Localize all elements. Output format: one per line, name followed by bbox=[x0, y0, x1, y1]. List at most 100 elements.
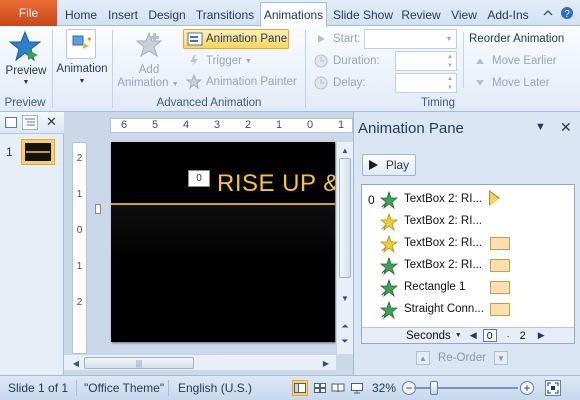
tab-animations[interactable]: Animations bbox=[260, 2, 327, 27]
horizontal-ruler: 6 5 4 3 2 1 0 1 bbox=[110, 118, 353, 133]
svg-text:✦: ✦ bbox=[86, 35, 93, 44]
start-dropdown-icon[interactable]: ▼ bbox=[442, 30, 456, 48]
animation-gallery-icon[interactable]: ✦ bbox=[66, 29, 96, 59]
next-slide-icon[interactable]: ⏷ bbox=[339, 335, 351, 347]
slide-title[interactable]: RISE UP & bbox=[217, 170, 335, 198]
scroll-right-icon[interactable]: ▶ bbox=[320, 357, 332, 369]
reorder-row: ▲ Re-Order ▼ bbox=[416, 350, 508, 366]
animation-order-number: 0 bbox=[368, 193, 375, 207]
trigger-button[interactable]: Trigger ▼ bbox=[186, 51, 252, 71]
animation-dropdown-icon[interactable]: ▼ bbox=[76, 78, 88, 85]
previous-slide-icon[interactable]: ⏶ bbox=[339, 320, 351, 332]
seconds-dropdown[interactable]: Seconds ▼ bbox=[406, 330, 462, 342]
ribbon-tab-strip: File Home Insert Design Transitions Anim… bbox=[0, 0, 580, 27]
animation-list-item[interactable]: Rectangle 1 bbox=[362, 277, 574, 299]
ruler-label: 1 bbox=[76, 261, 83, 272]
minimize-ribbon-icon[interactable] bbox=[541, 6, 555, 20]
timing-bar[interactable] bbox=[490, 237, 510, 250]
theme-name[interactable]: "Office Theme" bbox=[84, 381, 164, 395]
timeline-right-icon[interactable]: ▶ bbox=[538, 330, 545, 341]
zoom-in-icon[interactable]: + bbox=[520, 381, 534, 395]
ruler-label: 4 bbox=[182, 119, 190, 131]
zoom-level[interactable]: 32% bbox=[372, 381, 396, 395]
timeline-end: 2 bbox=[519, 329, 526, 342]
animation-pane-button[interactable]: Animation Pane bbox=[183, 29, 289, 49]
move-later-button[interactable]: Move Later bbox=[472, 73, 550, 93]
vertical-scrollbar[interactable]: ▲ ▼ ⏶ ⏷ bbox=[336, 142, 353, 354]
move-earlier-button[interactable]: Move Earlier bbox=[472, 51, 557, 71]
reading-view-icon[interactable] bbox=[330, 380, 346, 396]
animation-button[interactable]: Animation bbox=[54, 63, 110, 75]
scroll-down-icon[interactable]: ▼ bbox=[339, 292, 351, 304]
language-indicator[interactable]: English (U.S.) bbox=[178, 381, 252, 395]
help-icon[interactable]: ? bbox=[560, 6, 574, 20]
preview-dropdown-icon[interactable]: ▼ bbox=[20, 79, 32, 86]
animation-painter-button[interactable]: Animation Painter bbox=[186, 72, 297, 92]
ribbon-separator bbox=[112, 30, 113, 108]
slide-thumbnail[interactable] bbox=[21, 139, 55, 165]
scroll-left-icon[interactable]: ◀ bbox=[70, 357, 82, 369]
timing-bar[interactable] bbox=[490, 259, 510, 272]
tab-add-ins[interactable]: Add-Ins bbox=[484, 4, 532, 26]
start-combobox[interactable]: ▼ bbox=[364, 29, 457, 49]
duration-spinner[interactable]: ▲ ▼ bbox=[395, 51, 457, 71]
animation-list[interactable]: 0 TextBox 2: RI... TextBox 2: RI... TextBox… bbox=[361, 184, 575, 344]
indent-marker[interactable] bbox=[95, 204, 101, 214]
reorder-up-icon[interactable]: ▲ bbox=[416, 351, 430, 365]
timing-trigger-icon[interactable] bbox=[490, 192, 499, 206]
file-tab[interactable]: File bbox=[0, 0, 57, 26]
scroll-up-icon[interactable]: ▲ bbox=[339, 144, 351, 156]
slide-gold-rule[interactable] bbox=[111, 203, 335, 205]
delay-up-icon[interactable]: ▲ bbox=[444, 74, 456, 83]
animation-list-item[interactable]: TextBox 2: RI... bbox=[362, 211, 574, 233]
slide-sorter-icon[interactable] bbox=[312, 380, 328, 396]
pane-options-icon[interactable]: ▼ bbox=[535, 121, 546, 133]
slides-panel: ✕ 1 bbox=[0, 112, 64, 375]
timing-bar[interactable] bbox=[490, 281, 510, 294]
tab-insert[interactable]: Insert bbox=[103, 4, 143, 26]
animation-list-item[interactable]: TextBox 2: RI... bbox=[362, 233, 574, 255]
normal-view-icon[interactable] bbox=[292, 380, 308, 396]
outline-tab-icon[interactable] bbox=[22, 115, 38, 130]
timeline-left-icon[interactable]: ◀ bbox=[470, 330, 477, 341]
duration-up-icon[interactable]: ▲ bbox=[444, 52, 456, 61]
start-icon bbox=[313, 31, 329, 47]
close-slides-panel-icon[interactable]: ✕ bbox=[46, 114, 57, 130]
tab-transitions[interactable]: Transitions bbox=[192, 4, 258, 26]
duration-down-icon[interactable]: ▼ bbox=[444, 61, 456, 70]
horizontal-scroll-thumb[interactable]: ||| bbox=[84, 357, 194, 369]
delay-down-icon[interactable]: ▼ bbox=[444, 83, 456, 92]
reorder-down-icon[interactable]: ▼ bbox=[493, 351, 508, 365]
tab-home[interactable]: Home bbox=[60, 4, 102, 26]
slide-show-icon[interactable] bbox=[349, 380, 365, 396]
tab-slide-show[interactable]: Slide Show bbox=[331, 4, 395, 26]
move-earlier-label: Move Earlier bbox=[492, 55, 557, 67]
horizontal-scrollbar[interactable]: ◀ ||| ▶ bbox=[64, 354, 336, 370]
preview-button[interactable]: Preview bbox=[4, 65, 48, 77]
fit-to-window-icon[interactable] bbox=[545, 380, 561, 396]
animation-order-tag[interactable]: 0 bbox=[188, 170, 210, 187]
animation-list-item[interactable]: Straight Conn... bbox=[362, 299, 574, 321]
delay-spinner[interactable]: ▲ ▼ bbox=[395, 73, 457, 93]
add-animation-button[interactable]: Animation ▼ bbox=[116, 77, 180, 89]
ruler-label: 0 bbox=[306, 119, 314, 131]
play-button[interactable]: Play bbox=[362, 154, 416, 176]
animation-list-item[interactable]: TextBox 2: RI... bbox=[362, 255, 574, 277]
slides-tab-icon[interactable] bbox=[5, 117, 17, 128]
tab-view[interactable]: View bbox=[448, 4, 480, 26]
animation-list-item[interactable]: 0 TextBox 2: RI... bbox=[362, 189, 574, 211]
vertical-scroll-thumb[interactable] bbox=[339, 158, 351, 278]
tab-design[interactable]: Design bbox=[145, 4, 189, 26]
ruler-label: 1 bbox=[275, 119, 283, 131]
ruler-label: 1 bbox=[76, 189, 83, 200]
tab-review[interactable]: Review bbox=[399, 4, 443, 26]
slide-canvas[interactable]: 0 RISE UP & bbox=[111, 142, 335, 342]
close-pane-icon[interactable]: ✕ bbox=[560, 119, 572, 136]
zoom-slider-thumb[interactable] bbox=[430, 381, 438, 395]
emphasis-star-icon bbox=[379, 212, 399, 232]
slide-counter: Slide 1 of 1 bbox=[8, 381, 69, 395]
entrance-star-icon bbox=[379, 300, 399, 320]
preview-star-icon[interactable] bbox=[8, 30, 42, 64]
add-animation-icon[interactable] bbox=[134, 30, 164, 60]
timing-bar[interactable] bbox=[490, 303, 510, 316]
